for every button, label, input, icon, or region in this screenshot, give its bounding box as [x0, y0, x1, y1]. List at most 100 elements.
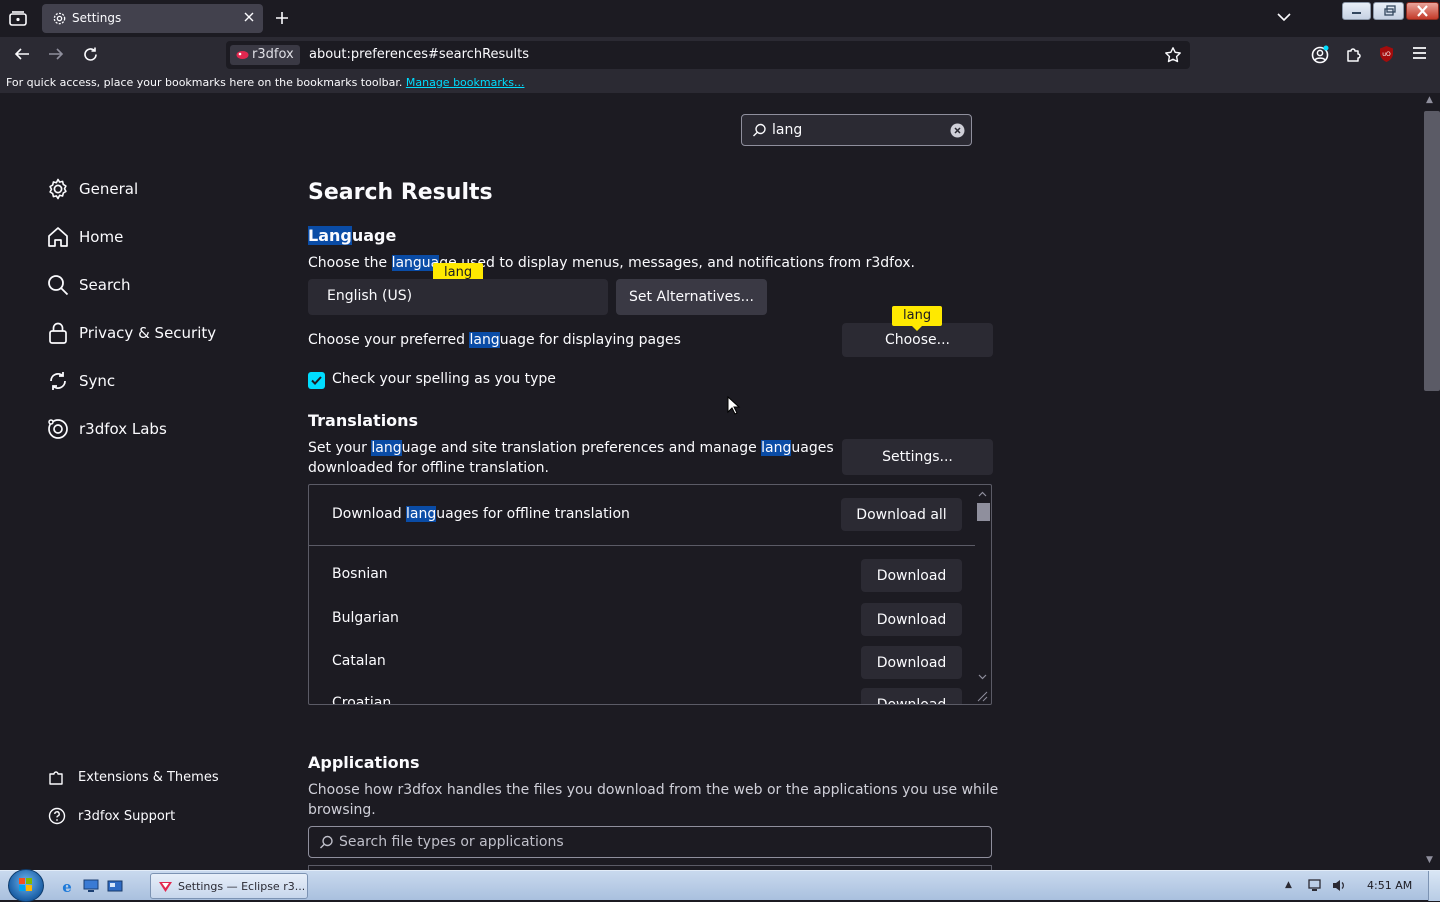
sidebar-item-label: Search: [79, 276, 131, 294]
search-icon: [46, 273, 70, 297]
spell-check-checkbox[interactable]: [308, 372, 325, 389]
minimize-button[interactable]: [1342, 2, 1371, 20]
text-fragment: Set your: [308, 440, 372, 456]
taskbar-item-browser[interactable]: Settings — Eclipse r3...: [150, 873, 308, 899]
download-button[interactable]: Download: [861, 603, 962, 636]
identity-box[interactable]: r3dfox: [230, 45, 300, 65]
search-tooltip: lang: [892, 306, 943, 331]
sidebar-item-home[interactable]: Home: [46, 223, 123, 251]
bookmarks-toolbar: For quick access, place your bookmarks h…: [0, 73, 1440, 93]
page-scroll-thumb[interactable]: [1424, 111, 1440, 391]
chevron-down-icon[interactable]: [1277, 12, 1291, 22]
list-header: Download languages for offline translati…: [309, 485, 975, 546]
help-icon: [48, 807, 66, 825]
puzzle-icon: [48, 768, 66, 786]
tab-settings[interactable]: Settings: [42, 4, 263, 33]
clear-icon[interactable]: [950, 123, 965, 138]
window-close-button[interactable]: [1406, 2, 1439, 20]
text-fragment: downloaded for offline translation.: [308, 460, 550, 476]
menu-icon[interactable]: [1411, 45, 1428, 61]
language-name: Croatian: [332, 695, 392, 705]
applications-heading: Applications: [308, 753, 420, 772]
svg-text:e: e: [62, 878, 72, 894]
search-highlight: lang: [406, 506, 437, 522]
list-scroll-thumb[interactable]: [977, 503, 990, 521]
list-header-label: Download languages for offline translati…: [332, 506, 630, 522]
tab-strip: Settings: [0, 0, 1440, 37]
star-icon[interactable]: [1164, 46, 1182, 64]
download-button[interactable]: Download: [861, 646, 962, 679]
language-select[interactable]: English (US): [308, 279, 608, 315]
forward-arrow-icon[interactable]: [47, 46, 65, 62]
translations-description: Set your language and site translation p…: [308, 438, 834, 478]
preferred-language-text: Choose your preferred language for displ…: [308, 330, 681, 350]
sidebar-extensions-themes[interactable]: Extensions & Themes: [48, 766, 219, 788]
tab-title: Settings: [72, 11, 122, 25]
sidebar-support[interactable]: r3dfox Support: [48, 805, 175, 827]
network-icon[interactable]: [1307, 878, 1323, 893]
download-all-button[interactable]: Download all: [841, 498, 962, 531]
back-arrow-icon[interactable]: [13, 46, 31, 62]
new-tab-button[interactable]: [274, 10, 290, 26]
download-button[interactable]: Download: [861, 559, 962, 592]
show-desktop-button[interactable]: [1428, 871, 1440, 901]
translation-languages-list[interactable]: Download languages for offline translati…: [308, 484, 992, 705]
volume-icon[interactable]: [1331, 878, 1347, 893]
spell-check-label[interactable]: Check your spelling as you type: [332, 371, 556, 387]
sidebar-footer-label: Extensions & Themes: [78, 769, 219, 785]
ublock-icon[interactable]: uO: [1378, 45, 1395, 63]
sidebar-item-label: Sync: [79, 372, 116, 390]
sidebar-item-search[interactable]: Search: [46, 271, 131, 299]
mouse-cursor-icon: [727, 396, 741, 416]
page-scrollbar[interactable]: ▲ ▼: [1422, 93, 1440, 870]
internet-explorer-icon[interactable]: e: [58, 878, 76, 894]
url-text[interactable]: about:preferences#searchResults: [309, 47, 529, 62]
sidebar-item-label: Home: [79, 228, 124, 246]
search-icon: [752, 123, 767, 138]
text-fragment: Choose the: [308, 255, 392, 271]
tab-overview-icon[interactable]: [6, 8, 30, 30]
reload-icon[interactable]: [82, 46, 99, 63]
sidebar-item-privacy[interactable]: Privacy & Security: [46, 319, 216, 347]
sidebar-item-labs[interactable]: r3dfox Labs: [46, 415, 167, 443]
navigation-toolbar: r3dfox about:preferences#searchResults u…: [0, 37, 1440, 73]
r3dfox-logo-icon: [236, 50, 249, 60]
applications-search-placeholder: Search file types or applications: [339, 834, 564, 850]
restore-button[interactable]: [1373, 2, 1404, 20]
page-title: Search Results: [308, 180, 493, 205]
search-highlight: lang: [371, 440, 402, 456]
sidebar-item-label: r3dfox Labs: [79, 420, 167, 438]
scroll-down-icon[interactable]: ▼: [1426, 855, 1433, 865]
text-fragment: uage and site translation preferences an…: [401, 440, 762, 456]
sidebar-item-sync[interactable]: Sync: [46, 367, 115, 395]
extensions-icon[interactable]: [1345, 45, 1363, 63]
account-icon[interactable]: [1310, 45, 1330, 65]
sidebar-item-label: Privacy & Security: [79, 324, 217, 342]
manage-bookmarks-link[interactable]: Manage bookmarks...: [406, 76, 525, 89]
clock[interactable]: 4:51 AM: [1367, 879, 1412, 892]
close-icon[interactable]: [243, 11, 255, 23]
text-fragment: to display menus, messages, and notifica…: [494, 255, 915, 271]
gear-icon: [52, 11, 67, 26]
download-button[interactable]: Download: [861, 688, 962, 704]
sidebar-item-general[interactable]: General: [46, 175, 138, 203]
url-bar[interactable]: r3dfox about:preferences#searchResults: [226, 41, 1190, 69]
translations-heading: Translations: [308, 411, 419, 430]
sidebar-footer-label: r3dfox Support: [78, 808, 176, 824]
settings-search-input[interactable]: lang: [741, 114, 972, 146]
text-fragment: Choose your preferred: [308, 332, 470, 348]
list-scrollbar[interactable]: [974, 485, 991, 704]
scroll-up-icon[interactable]: ▲: [1426, 95, 1433, 105]
applications-search-input[interactable]: Search file types or applications: [308, 826, 992, 858]
set-alternatives-button[interactable]: Set Alternatives...: [616, 279, 767, 315]
desktop-icon[interactable]: [106, 878, 124, 894]
language-name: Bulgarian: [332, 610, 399, 626]
language-name: Catalan: [332, 653, 386, 669]
r3dfox-logo-icon: [158, 880, 173, 893]
translation-settings-button[interactable]: Settings...: [842, 439, 993, 475]
search-icon: [319, 835, 334, 850]
tray-expand-icon[interactable]: ▲: [1285, 880, 1292, 890]
computer-icon[interactable]: [82, 878, 100, 894]
start-button[interactable]: [8, 869, 44, 902]
text-fragment: Download: [332, 506, 407, 522]
